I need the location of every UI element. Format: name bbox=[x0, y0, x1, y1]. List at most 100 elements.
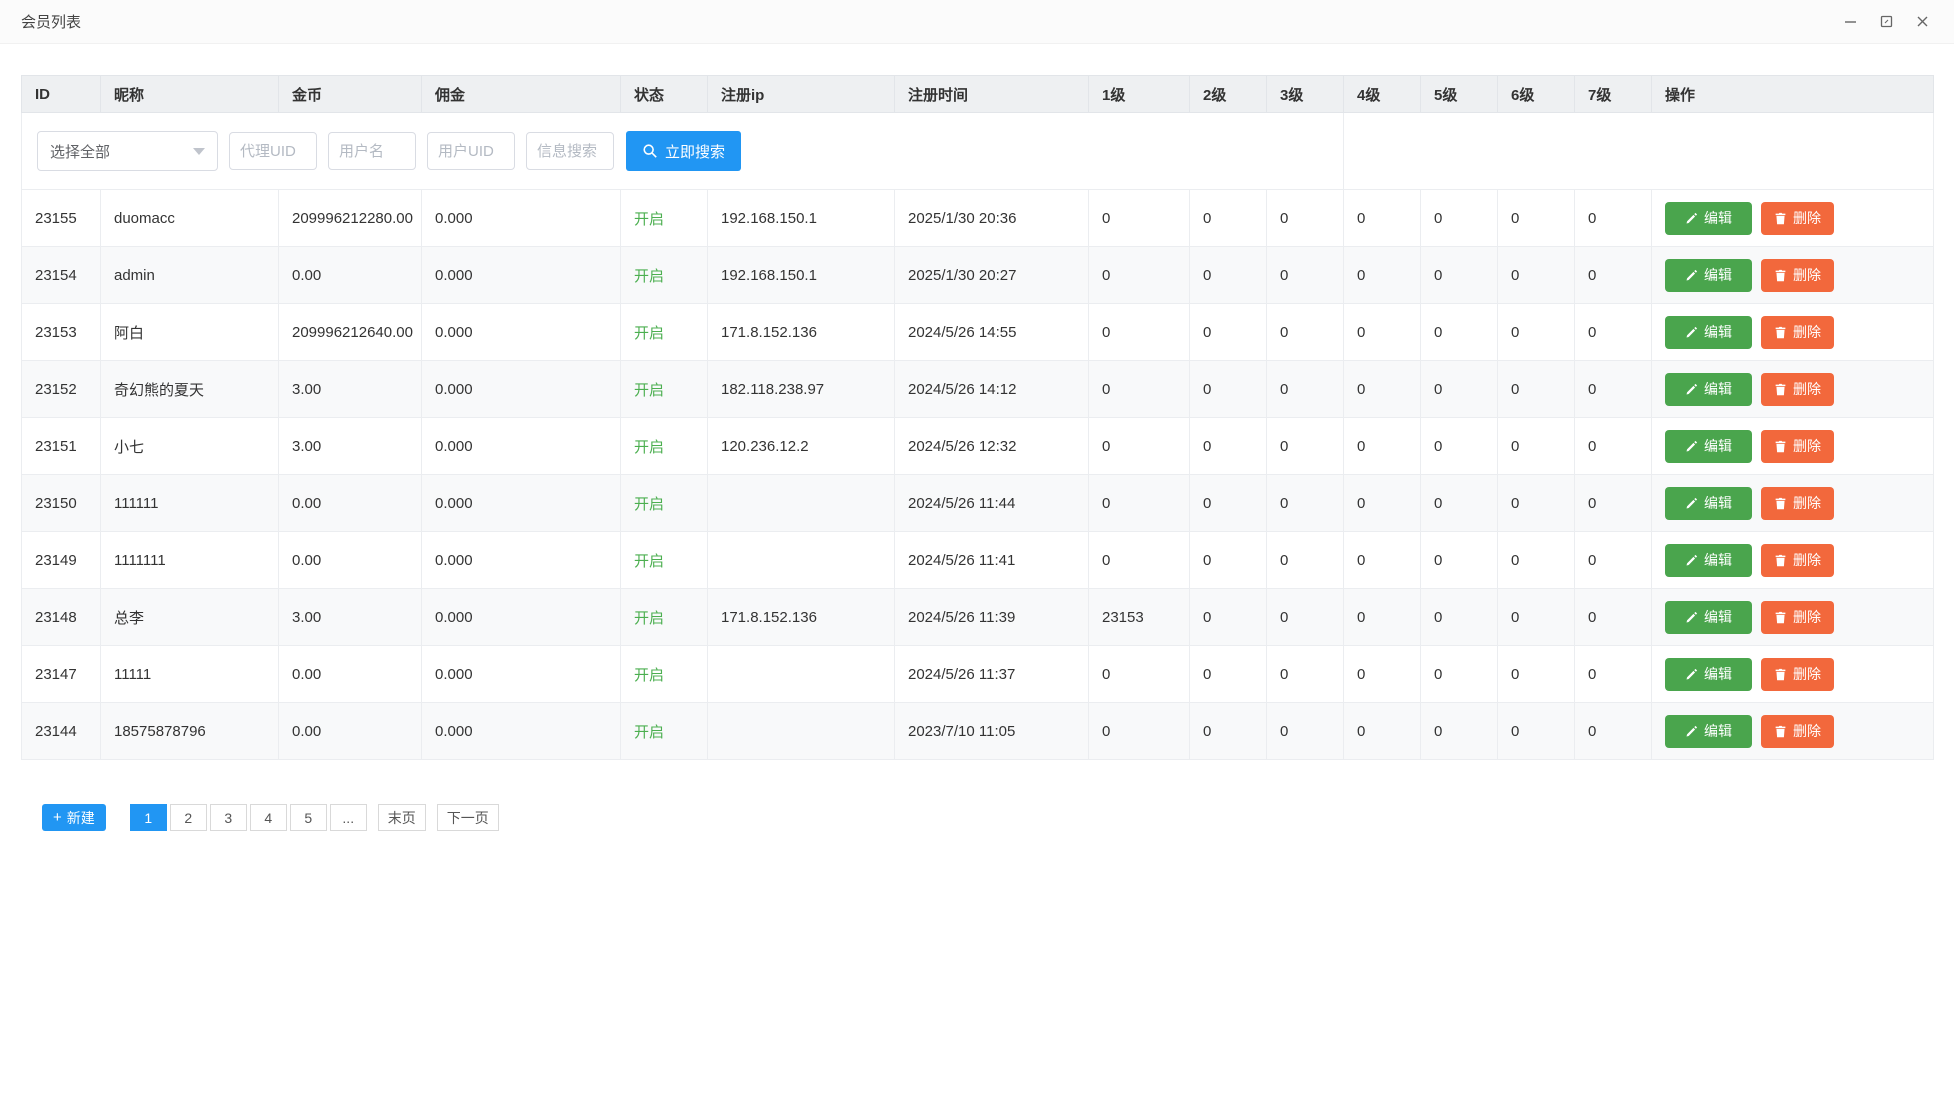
chevron-down-icon bbox=[193, 148, 205, 155]
delete-button[interactable]: 删除 bbox=[1761, 601, 1834, 634]
cell-reg-time: 2025/1/30 20:27 bbox=[895, 247, 1089, 304]
search-button[interactable]: 立即搜索 bbox=[626, 131, 741, 171]
info-search-input[interactable] bbox=[526, 132, 614, 170]
cell-status: 开启 bbox=[621, 418, 708, 475]
edit-button-label: 编辑 bbox=[1704, 265, 1732, 285]
cell-level-6: 0 bbox=[1498, 304, 1575, 361]
page-button-...[interactable]: ... bbox=[330, 804, 367, 831]
cell-level-5: 0 bbox=[1421, 418, 1498, 475]
cell-level-2: 0 bbox=[1190, 703, 1267, 760]
cell-level-2: 0 bbox=[1190, 532, 1267, 589]
delete-button[interactable]: 删除 bbox=[1761, 202, 1834, 235]
pencil-icon bbox=[1685, 497, 1698, 510]
page-button-1[interactable]: 1 bbox=[130, 804, 167, 831]
pencil-icon bbox=[1685, 326, 1698, 339]
cell-reg-ip: 171.8.152.136 bbox=[708, 589, 895, 646]
cell-level-7: 0 bbox=[1575, 247, 1652, 304]
page-button-5[interactable]: 5 bbox=[290, 804, 327, 831]
cell-level-6: 0 bbox=[1498, 646, 1575, 703]
edit-button[interactable]: 编辑 bbox=[1665, 316, 1752, 349]
cell-id: 23144 bbox=[22, 703, 101, 760]
close-button[interactable] bbox=[1904, 2, 1940, 42]
table-row: 23151小七3.000.000开启120.236.12.22024/5/26 … bbox=[22, 418, 1934, 475]
edit-button-label: 编辑 bbox=[1704, 607, 1732, 627]
plus-icon: + bbox=[53, 810, 62, 825]
cell-level-4: 0 bbox=[1344, 532, 1421, 589]
edit-button[interactable]: 编辑 bbox=[1665, 715, 1752, 748]
trash-icon bbox=[1774, 440, 1787, 453]
edit-button[interactable]: 编辑 bbox=[1665, 544, 1752, 577]
cell-level-7: 0 bbox=[1575, 532, 1652, 589]
cell-id: 23153 bbox=[22, 304, 101, 361]
cell-level-4: 0 bbox=[1344, 190, 1421, 247]
cell-reg-time: 2025/1/30 20:36 bbox=[895, 190, 1089, 247]
username-input[interactable] bbox=[328, 132, 416, 170]
delete-button[interactable]: 删除 bbox=[1761, 316, 1834, 349]
edit-button-label: 编辑 bbox=[1704, 493, 1732, 513]
delete-button[interactable]: 删除 bbox=[1761, 373, 1834, 406]
minimize-button[interactable] bbox=[1832, 2, 1868, 42]
delete-button[interactable]: 删除 bbox=[1761, 430, 1834, 463]
table-header-row: ID昵称金币佣金状态注册ip注册时间1级2级3级4级5级6级7级操作 bbox=[22, 76, 1934, 113]
cell-actions: 编辑删除 bbox=[1652, 190, 1934, 247]
cell-level-1: 0 bbox=[1089, 703, 1190, 760]
edit-button[interactable]: 编辑 bbox=[1665, 202, 1752, 235]
cell-level-3: 0 bbox=[1267, 418, 1344, 475]
edit-button-label: 编辑 bbox=[1704, 721, 1732, 741]
delete-button-label: 删除 bbox=[1793, 322, 1821, 342]
cell-level-1: 0 bbox=[1089, 304, 1190, 361]
new-button[interactable]: + 新建 bbox=[42, 804, 106, 831]
cell-actions: 编辑 删除 bbox=[1652, 304, 1934, 361]
close-icon bbox=[1915, 14, 1930, 29]
cell-level-1: 0 bbox=[1089, 532, 1190, 589]
delete-button[interactable]: 删除 bbox=[1761, 487, 1834, 520]
cell-commission: 0.000 bbox=[422, 646, 621, 703]
cell-level-1: 0 bbox=[1089, 475, 1190, 532]
last-page-button[interactable]: 末页 bbox=[378, 804, 426, 831]
edit-button[interactable]: 编辑 bbox=[1665, 487, 1752, 520]
column-header: 7级 bbox=[1575, 76, 1652, 113]
cell-actions: 编辑删除 bbox=[1652, 361, 1934, 418]
column-header: 5级 bbox=[1421, 76, 1498, 113]
cell-nickname: admin bbox=[101, 247, 279, 304]
new-button-label: 新建 bbox=[67, 808, 95, 828]
cell-level-3: 0 bbox=[1267, 190, 1344, 247]
delete-button[interactable]: 删除 bbox=[1761, 259, 1834, 292]
edit-button[interactable]: 编辑 bbox=[1665, 259, 1752, 292]
delete-button[interactable]: 删除 bbox=[1761, 715, 1834, 748]
edit-button[interactable]: 编辑 bbox=[1665, 430, 1752, 463]
page-button-4[interactable]: 4 bbox=[250, 804, 287, 831]
status-filter-select[interactable]: 选择全部 bbox=[37, 131, 218, 171]
edit-button[interactable]: 编辑 bbox=[1665, 601, 1752, 634]
cell-level-4: 0 bbox=[1344, 589, 1421, 646]
next-page-button[interactable]: 下一页 bbox=[437, 804, 499, 831]
agent-uid-input[interactable] bbox=[229, 132, 317, 170]
members-table: ID昵称金币佣金状态注册ip注册时间1级2级3级4级5级6级7级操作 选择全部 bbox=[21, 75, 1934, 760]
cell-nickname: 小七 bbox=[101, 418, 279, 475]
pencil-icon bbox=[1685, 383, 1698, 396]
page-button-3[interactable]: 3 bbox=[210, 804, 247, 831]
window-title: 会员列表 bbox=[21, 11, 81, 32]
cell-reg-time: 2024/5/26 12:32 bbox=[895, 418, 1089, 475]
maximize-button[interactable] bbox=[1868, 2, 1904, 42]
cell-level-2: 0 bbox=[1190, 247, 1267, 304]
column-header: 金币 bbox=[279, 76, 422, 113]
user-uid-input[interactable] bbox=[427, 132, 515, 170]
cell-commission: 0.000 bbox=[422, 703, 621, 760]
delete-button[interactable]: 删除 bbox=[1761, 544, 1834, 577]
delete-button[interactable]: 删除 bbox=[1761, 658, 1834, 691]
window-controls bbox=[1832, 2, 1940, 42]
titlebar: 会员列表 bbox=[0, 0, 1954, 44]
edit-button[interactable]: 编辑 bbox=[1665, 373, 1752, 406]
cell-level-2: 0 bbox=[1190, 418, 1267, 475]
cell-reg-ip: 192.168.150.1 bbox=[708, 247, 895, 304]
cell-level-5: 0 bbox=[1421, 532, 1498, 589]
cell-level-3: 0 bbox=[1267, 589, 1344, 646]
cell-reg-time: 2024/5/26 11:39 bbox=[895, 589, 1089, 646]
cell-level-1: 0 bbox=[1089, 418, 1190, 475]
cell-level-6: 0 bbox=[1498, 589, 1575, 646]
column-header: 昵称 bbox=[101, 76, 279, 113]
page-button-2[interactable]: 2 bbox=[170, 804, 207, 831]
cell-level-5: 0 bbox=[1421, 361, 1498, 418]
edit-button[interactable]: 编辑 bbox=[1665, 658, 1752, 691]
